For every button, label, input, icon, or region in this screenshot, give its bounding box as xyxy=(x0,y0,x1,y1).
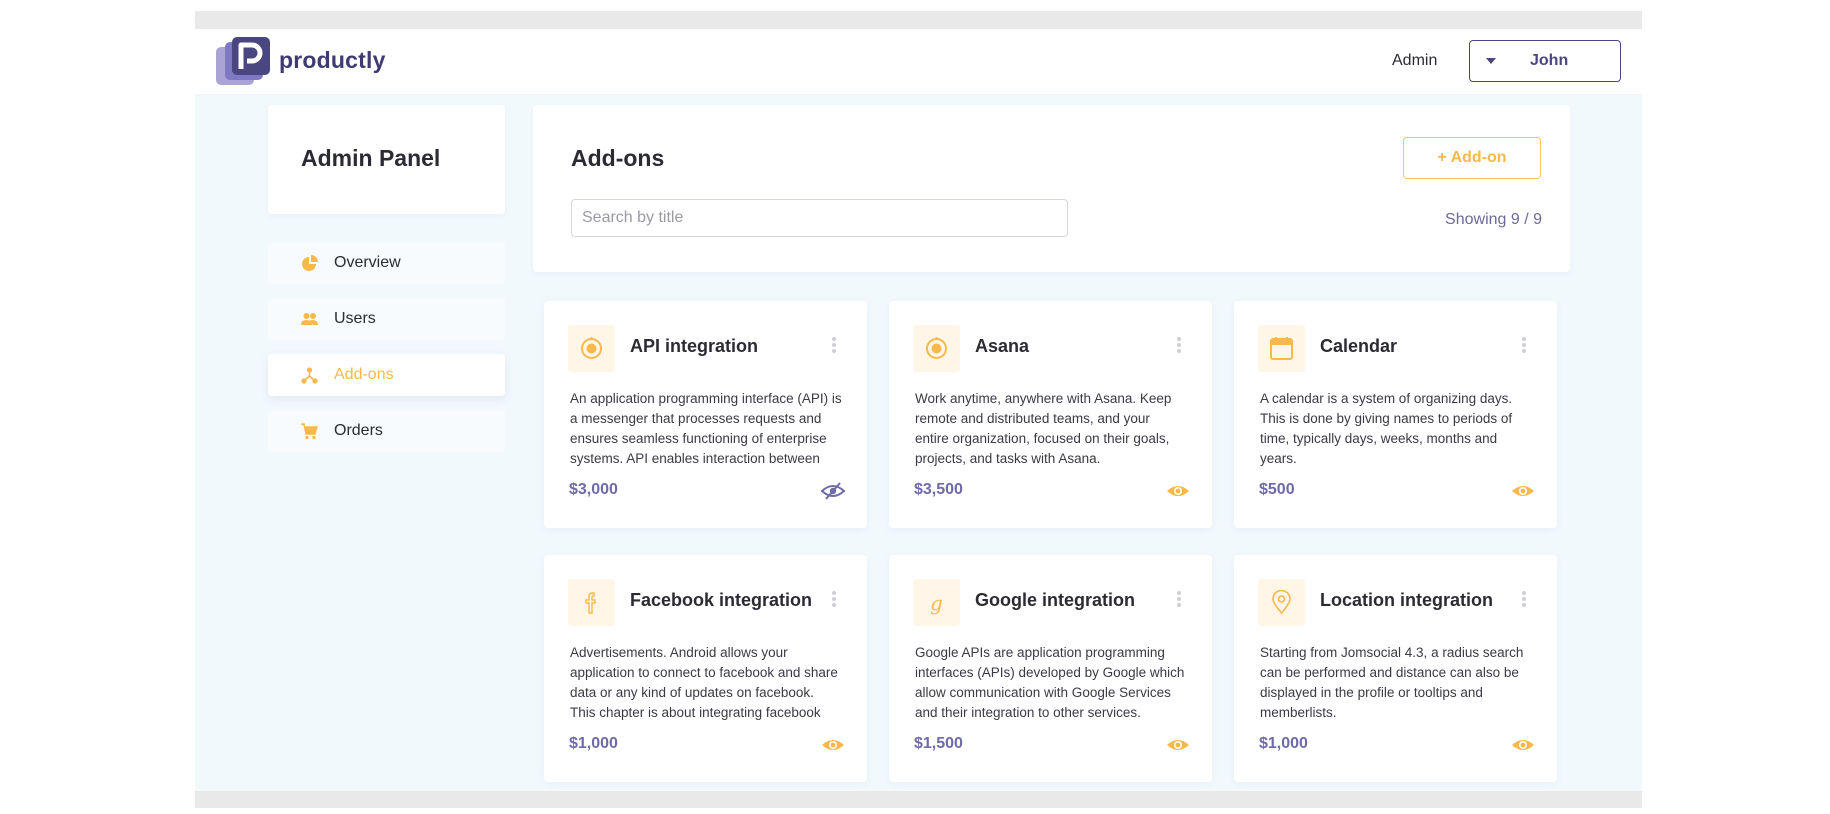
facebook-icon xyxy=(568,579,615,626)
card-title: Location integration xyxy=(1320,590,1493,610)
card-price: $1,000 xyxy=(1259,735,1308,752)
search-input[interactable] xyxy=(571,199,1068,237)
card-title: Google integration xyxy=(975,590,1135,610)
sidebar-item-orders[interactable]: Orders xyxy=(268,410,505,452)
sidebar-item-label: Overview xyxy=(334,254,401,271)
target-icon xyxy=(913,325,960,372)
card-description: A calendar is a system of organizing day… xyxy=(1260,391,1513,466)
more-options-icon[interactable] xyxy=(1176,337,1182,355)
card-description: Advertisements. Android allows your appl… xyxy=(570,645,838,720)
addon-card-google-integration[interactable]: g Google integration Google APIs are app… xyxy=(889,555,1212,782)
card-description: Work anytime, anywhere with Asana. Keep … xyxy=(915,391,1172,466)
sidebar-item-add-ons[interactable]: Add-ons xyxy=(268,354,505,396)
users-icon xyxy=(301,313,318,325)
google-icon: g xyxy=(913,579,960,626)
bottom-bar xyxy=(195,791,1642,808)
app-window: productly Admin John Admin Panel Overvie… xyxy=(195,11,1642,808)
card-title: Facebook integration xyxy=(630,590,813,610)
more-options-icon[interactable] xyxy=(831,337,837,355)
card-price: $3,500 xyxy=(914,481,963,498)
cart-icon xyxy=(301,423,318,440)
results-count: Showing 9 / 9 xyxy=(1445,211,1542,228)
addons-header-card: Add-ons + Add-on Showing 9 / 9 xyxy=(533,105,1570,272)
card-title: API integration xyxy=(630,336,759,356)
eye-icon[interactable] xyxy=(1511,482,1535,500)
location-pin-icon xyxy=(1258,579,1305,626)
target-icon xyxy=(568,325,615,372)
more-options-icon[interactable] xyxy=(1521,591,1527,609)
card-title: Asana xyxy=(975,336,1030,356)
card-price: $500 xyxy=(1259,481,1295,498)
sidebar-item-overview[interactable]: Overview xyxy=(268,242,505,284)
more-options-icon[interactable] xyxy=(1176,591,1182,609)
card-price: $1,000 xyxy=(569,735,618,752)
more-options-icon[interactable] xyxy=(831,591,837,609)
more-options-icon[interactable] xyxy=(1521,337,1527,355)
sidebar-item-label: Users xyxy=(334,310,376,327)
header: productly Admin John xyxy=(195,29,1642,94)
user-name: John xyxy=(1530,52,1569,69)
admin-panel-card: Admin Panel xyxy=(268,105,505,214)
sidebar-item-label: Add-ons xyxy=(334,366,394,383)
addon-card-asana[interactable]: Asana Work anytime, anywhere with Asana.… xyxy=(889,301,1212,528)
logo-icon[interactable] xyxy=(216,37,270,85)
addon-card-calendar[interactable]: Calendar A calendar is a system of organ… xyxy=(1234,301,1557,528)
nodes-icon xyxy=(301,367,318,384)
svg-text:g: g xyxy=(930,591,943,615)
calendar-icon xyxy=(1258,325,1305,372)
addon-card-facebook-integration[interactable]: Facebook integration Advertisements. And… xyxy=(544,555,867,782)
card-price: $1,500 xyxy=(914,735,963,752)
add-addon-button[interactable]: + Add-on xyxy=(1403,137,1541,179)
eye-icon[interactable] xyxy=(1166,482,1190,500)
role-label: Admin xyxy=(1392,52,1438,69)
eye-icon[interactable] xyxy=(1511,736,1535,754)
card-description: An application programming interface (AP… xyxy=(570,391,842,466)
sidebar-item-users[interactable]: Users xyxy=(268,298,505,340)
card-description: Google APIs are application programming … xyxy=(915,645,1185,720)
eye-icon[interactable] xyxy=(821,736,845,754)
card-description: Starting from Jomsocial 4.3, a radius se… xyxy=(1260,645,1524,720)
top-bar xyxy=(195,11,1642,29)
eye-icon[interactable] xyxy=(1166,736,1190,754)
caret-down-icon xyxy=(1486,58,1496,64)
page-title: Add-ons xyxy=(571,145,665,171)
sidebar-item-label: Orders xyxy=(334,422,383,439)
user-dropdown[interactable]: John xyxy=(1469,40,1621,82)
logo-text[interactable]: productly xyxy=(279,47,386,74)
addon-card-location-integration[interactable]: Location integration Starting from Jomso… xyxy=(1234,555,1557,782)
addon-card-api-integration[interactable]: API integration An application programmi… xyxy=(544,301,867,528)
pie-chart-icon xyxy=(302,255,318,271)
card-title: Calendar xyxy=(1320,336,1398,356)
admin-panel-title: Admin Panel xyxy=(301,145,441,171)
card-price: $3,000 xyxy=(569,481,618,498)
hidden-eye-icon[interactable] xyxy=(821,482,845,500)
